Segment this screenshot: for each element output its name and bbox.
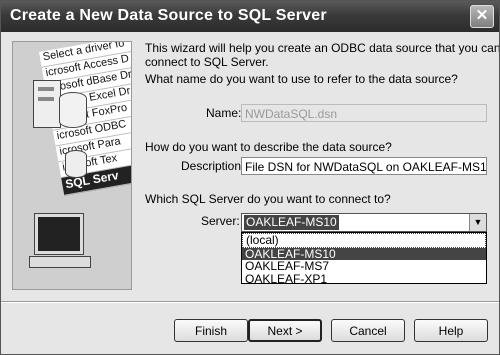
name-label: Name: bbox=[206, 106, 242, 120]
server-option[interactable]: OAKLEAF-XP1 bbox=[242, 272, 486, 286]
help-button[interactable]: Help bbox=[414, 319, 488, 342]
computer-base-icon bbox=[29, 256, 91, 268]
server-question: Which SQL Server do you want to connect … bbox=[145, 192, 391, 206]
wizard-dialog: Create a New Data Source to SQL Server ✕… bbox=[0, 0, 500, 355]
server-option[interactable]: OAKLEAF-MS7 bbox=[242, 260, 486, 273]
wizard-illustration: Select a driver fo icrosoft Access D icr… bbox=[12, 41, 132, 290]
server-tower-icon bbox=[33, 80, 61, 128]
button-separator bbox=[1, 301, 499, 303]
name-question: What name do you want to use to refer to… bbox=[145, 72, 458, 86]
description-question: How do you want to describe the data sou… bbox=[145, 140, 392, 154]
description-field[interactable]: File DSN for NWDataSQL on OAKLEAF-MS10 bbox=[241, 157, 487, 175]
server-label: Server: bbox=[201, 214, 240, 228]
close-button[interactable]: ✕ bbox=[470, 5, 494, 28]
database-icon bbox=[65, 150, 87, 178]
database-icon bbox=[59, 92, 87, 128]
intro-text-line-2: connect to SQL Server. bbox=[145, 55, 269, 69]
server-combobox[interactable]: OAKLEAF-MS10 ▼ bbox=[241, 213, 487, 232]
computer-icon bbox=[34, 213, 84, 255]
server-dropdown-list[interactable]: (local) OAKLEAF-MS10 OAKLEAF-MS7 OAKLEAF… bbox=[241, 232, 487, 286]
intro-text-line-1: This wizard will help you create an ODBC… bbox=[145, 41, 500, 55]
finish-button[interactable]: Finish bbox=[174, 319, 248, 342]
name-field: NWDataSQL.dsn bbox=[241, 104, 487, 122]
dialog-title: Create a New Data Source to SQL Server bbox=[10, 7, 327, 24]
description-label: Description: bbox=[181, 159, 245, 173]
title-bar[interactable]: Create a New Data Source to SQL Server ✕ bbox=[1, 1, 499, 32]
cancel-button[interactable]: Cancel bbox=[331, 319, 405, 342]
next-button[interactable]: Next > bbox=[248, 319, 322, 342]
server-combobox-value: OAKLEAF-MS10 bbox=[244, 215, 339, 230]
chevron-down-icon[interactable]: ▼ bbox=[469, 214, 486, 231]
server-option[interactable]: (local) bbox=[242, 233, 486, 248]
